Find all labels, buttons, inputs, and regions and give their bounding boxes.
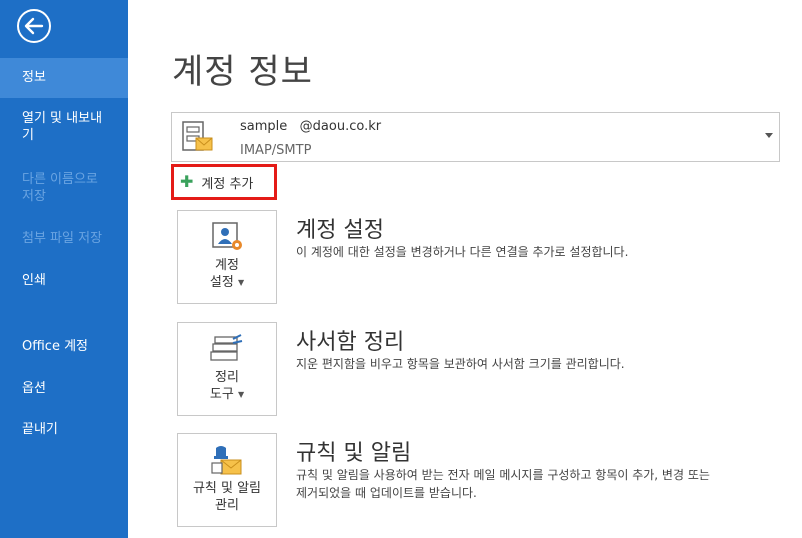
section-title-mailbox-cleanup: 사서함 정리 [296,330,405,355]
account-mail-icon [180,119,214,155]
sidebar-item-save-as: 다른 이름으로 저장 [22,172,98,204]
caret-down-icon: ▼ [237,278,245,287]
sidebar-item-open-export[interactable]: 열기 및 내보내기 [0,110,110,144]
section-desc-mailbox-cleanup: 지운 편지함을 비우고 항목을 보관하여 사서함 크기를 관리합니다. [296,357,625,371]
chevron-down-icon [765,133,773,138]
add-account-button[interactable]: ✚ 계정 추가 [171,164,277,200]
backstage-sidebar: 정보 열기 및 내보내기 다른 이름으로 저장 첨부 파일 저장 인쇄 Offi… [0,0,128,538]
section-title-rules-alerts: 규칙 및 알림 [296,441,412,466]
account-settings-icon [209,221,245,253]
sidebar-item-print[interactable]: 인쇄 [0,272,128,289]
page-title: 계정 정보 [172,52,313,92]
tile-label-line1: 규칙 및 알림 [192,481,262,496]
section-desc-account-settings: 이 계정에 대한 설정을 변경하거나 다른 연결을 추가로 설정합니다. [296,245,629,259]
tile-label-line1: 정리 [215,370,239,385]
sidebar-item-exit[interactable]: 끝내기 [0,421,128,438]
account-settings-button[interactable]: 계정 설정 ▼ [177,210,277,304]
sidebar-item-office-account[interactable]: Office 계정 [0,338,128,355]
tile-label-line2: 설정 [209,275,234,290]
tile-label-line2: 도구 [209,387,234,402]
rules-alerts-icon [209,444,245,476]
section-desc-rules-alerts: 규칙 및 알림을 사용하여 받는 전자 메일 메시지를 구성하고 항목이 추가,… [296,468,710,500]
sidebar-item-save-attachments: 첨부 파일 저장 [22,231,103,246]
back-arrow-icon[interactable] [14,6,54,46]
tile-label-line1: 계정 [215,258,239,273]
sidebar-item-options[interactable]: 옵션 [0,380,128,397]
tile-label-line2: 관리 [215,498,239,513]
caret-down-icon: ▼ [237,390,245,399]
plus-icon: ✚ [180,172,194,191]
sidebar-item-info[interactable]: 정보 [0,58,128,98]
account-info-panel: 계정 정보 sample @daou.co.kr IMAP/SMTP ✚ 계정 … [128,0,802,538]
section-title-account-settings: 계정 설정 [296,218,384,243]
cleanup-tools-icon [209,333,245,365]
account-dropdown[interactable]: sample @daou.co.kr IMAP/SMTP [171,112,780,162]
cleanup-tools-button[interactable]: 정리 도구 ▼ [177,322,277,416]
add-account-label: 계정 추가 [201,176,254,192]
manage-rules-button[interactable]: 규칙 및 알림 관리 [177,433,277,527]
account-type: IMAP/SMTP [240,143,312,158]
account-email: sample @daou.co.kr [240,119,382,134]
